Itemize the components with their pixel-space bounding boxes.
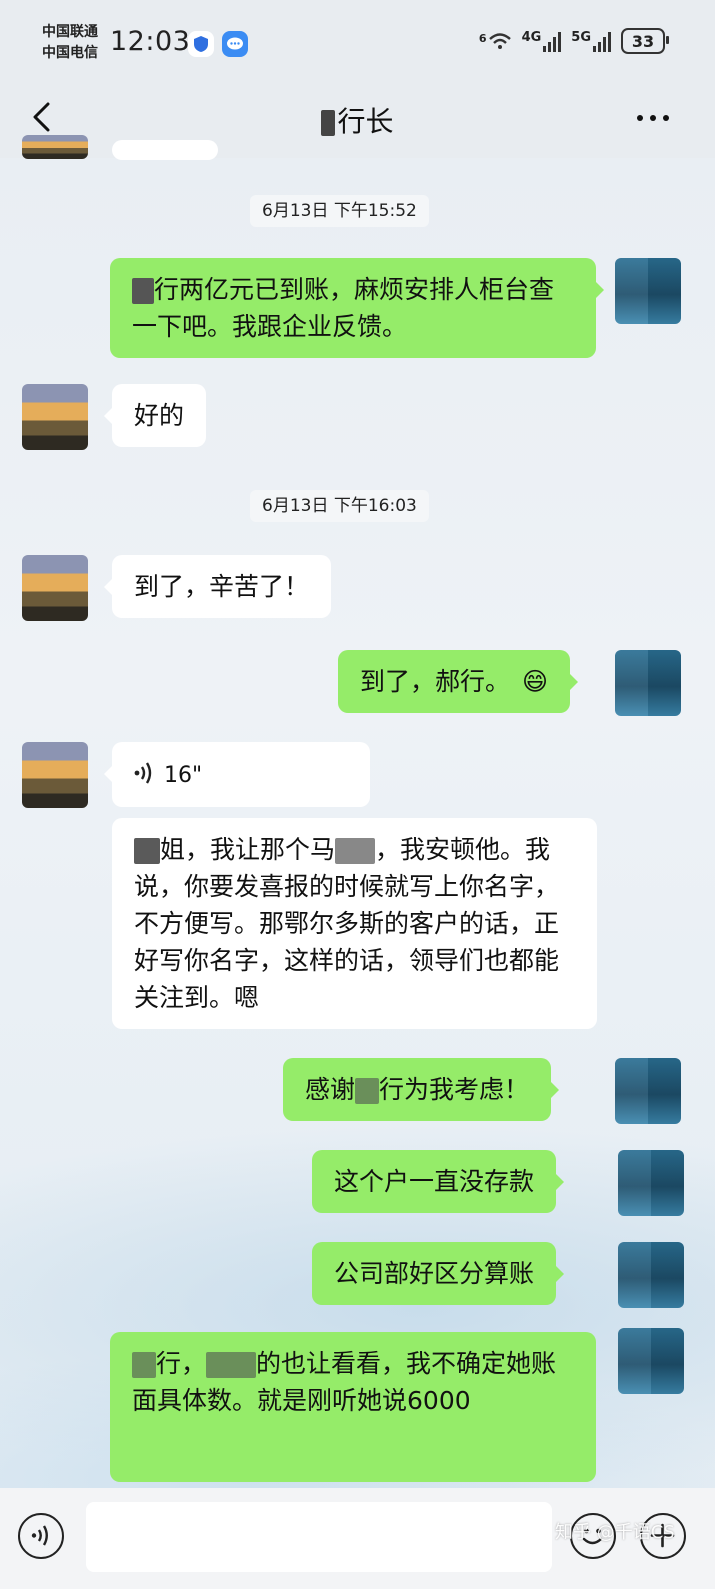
network-label-1: 4G [521, 30, 542, 45]
avatar[interactable] [22, 555, 88, 621]
avatar-self[interactable] [615, 258, 681, 324]
message-bubble-partial [112, 140, 218, 160]
carrier-1: 中国联通 [42, 24, 98, 40]
message-text: 好的 [134, 401, 185, 430]
avatar[interactable] [22, 384, 88, 450]
message-text: 行， [156, 1349, 207, 1378]
message-input[interactable] [86, 1502, 552, 1572]
message-bubble-outgoing[interactable]: 行， 的也让看看，我不确定她账面具体数。就是刚听她说6000 [110, 1332, 596, 1482]
message-bubble-outgoing[interactable]: 感谢 行为我考虑！ [283, 1058, 560, 1121]
chat-title-text: 行长 [337, 105, 394, 138]
voice-message[interactable]: 16" [104, 742, 370, 807]
message-text: 行为我考虑！ [379, 1075, 530, 1104]
message-bubble-outgoing[interactable]: 这个户一直没存款 [312, 1150, 565, 1213]
more-dots-icon[interactable] [635, 108, 671, 128]
voice-duration: 16" [164, 763, 203, 788]
avatar-self[interactable] [615, 650, 681, 716]
message-bubble-incoming[interactable]: 好的 [103, 384, 207, 447]
status-bar: 中国联通 中国电信 12:03 6 4G 5G 33 [0, 0, 715, 82]
battery-icon: 33 [621, 28, 669, 54]
message-text: 公司部好区分算账 [334, 1259, 535, 1288]
voice-icon[interactable] [18, 1513, 64, 1559]
message-bubble-outgoing[interactable]: 到了，郝行。 😄 [338, 650, 579, 713]
timestamp: 6月13日 下午15:52 [250, 195, 429, 227]
watermark: 知乎 @千语CS [555, 1522, 675, 1543]
message-text: 感谢 [305, 1075, 356, 1104]
message-text: 到了，郝行。 [360, 667, 511, 696]
message-bubble-incoming[interactable]: 到了，辛苦了！ [103, 555, 332, 618]
redacted-block [355, 1078, 380, 1104]
chat-header: 行长 [0, 82, 715, 158]
clock: 12:03 [110, 26, 191, 57]
redacted-block [132, 278, 154, 304]
message-text: 到了，辛苦了！ [134, 572, 310, 601]
battery-level: 33 [631, 31, 655, 51]
signal-bars-icon [593, 30, 611, 52]
message-text: 姐，我让那个马 [160, 835, 336, 864]
shield-icon [188, 31, 214, 57]
avatar-self[interactable] [618, 1242, 684, 1308]
chat-title: 行长 [0, 100, 715, 140]
message-text: 行两亿元已到账，麻烦安排人柜台查一下吧。我跟企业反馈。 [132, 275, 555, 341]
network-label-2: 5G [571, 30, 591, 45]
signal-bars-icon [543, 30, 562, 52]
grin-emoji-icon: 😄 [521, 667, 549, 696]
carrier-names: 中国联通 中国电信 [42, 22, 98, 64]
avatar-self[interactable] [618, 1150, 684, 1216]
signal-4g: 4G [522, 30, 562, 52]
avatar-self[interactable] [618, 1328, 684, 1394]
wifi-icon: 6 [479, 32, 512, 50]
avatar[interactable] [22, 742, 88, 808]
message-bubble-outgoing[interactable]: 公司部好区分算账 [312, 1242, 565, 1305]
signal-5g: 5G [571, 30, 611, 52]
redacted-block [335, 838, 376, 864]
redacted-block [134, 838, 160, 864]
redacted-block [132, 1352, 156, 1378]
redacted-block [321, 110, 336, 136]
message-text: 这个户一直没存款 [334, 1167, 535, 1196]
timestamp: 6月13日 下午16:03 [250, 490, 429, 522]
redacted-block [206, 1352, 257, 1378]
message-icon [222, 31, 248, 57]
avatar[interactable] [22, 135, 88, 159]
status-indicators: 6 4G 5G 33 [479, 28, 669, 54]
voice-wave-icon [134, 757, 154, 794]
message-bubble-outgoing[interactable]: 行两亿元已到账，麻烦安排人柜台查一下吧。我跟企业反馈。 [110, 258, 604, 358]
wifi-label: 6 [478, 32, 487, 45]
carrier-2: 中国电信 [42, 45, 98, 61]
avatar-self[interactable] [615, 1058, 681, 1124]
voice-transcript[interactable]: 姐，我让那个马 ，我安顿他。我说，你要发喜报的时候就写上你名字，不方便写。那鄂尔多… [112, 818, 597, 1029]
